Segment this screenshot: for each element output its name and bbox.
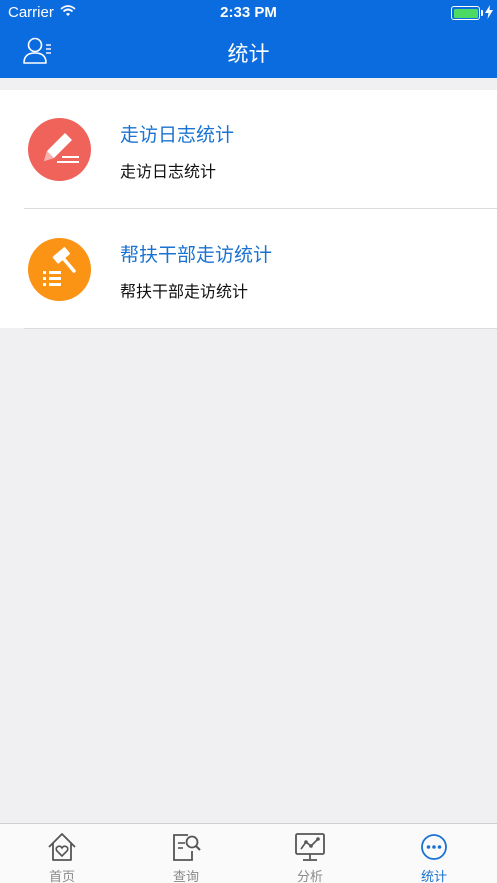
- tab-search[interactable]: 查询: [124, 824, 248, 883]
- cadre-visit-icon-badge: [28, 238, 91, 301]
- pencil-icon: [44, 133, 79, 163]
- list-item-cadre-visit-stats[interactable]: 帮扶干部走访统计 帮扶干部走访统计: [0, 210, 497, 329]
- tab-label: 首页: [48, 870, 75, 883]
- more-dots-icon: [421, 834, 447, 860]
- list-item-visit-log-stats[interactable]: 走访日志统计 走访日志统计: [0, 90, 497, 209]
- gavel-icon: [43, 247, 76, 286]
- visit-log-icon-badge: [28, 118, 91, 181]
- tab-stats[interactable]: 统计: [372, 824, 496, 883]
- tab-label: 分析: [296, 870, 323, 883]
- list-item-subtitle: 走访日志统计: [120, 162, 217, 181]
- clock: 2:33 PM: [220, 4, 277, 21]
- stats-list: 走访日志统计 走访日志统计 帮扶干部走访统计 帮扶干部走访统计: [0, 90, 497, 329]
- home-heart-icon: [48, 833, 76, 861]
- status-bar: Carrier 2:33 PM: [0, 0, 497, 26]
- tab-analysis[interactable]: 分析: [248, 824, 372, 883]
- charging-icon: [485, 5, 493, 19]
- tab-label: 查询: [172, 870, 199, 883]
- top-bar: Carrier 2:33 PM 统计: [0, 0, 497, 78]
- document-search-icon: [173, 834, 201, 861]
- list-item-title: 走访日志统计: [120, 124, 235, 146]
- tab-home[interactable]: 首页: [0, 824, 124, 883]
- page-title: 统计: [227, 42, 270, 66]
- divider: [24, 328, 497, 329]
- divider: [24, 208, 497, 209]
- list-item-title: 帮扶干部走访统计: [120, 244, 273, 266]
- tab-label: 统计: [420, 870, 447, 883]
- list-item-subtitle: 帮扶干部走访统计: [120, 282, 249, 301]
- monitor-chart-icon: [295, 833, 325, 861]
- battery-icon: [451, 6, 480, 20]
- tab-bar: 首页 查询 分析 统计: [0, 823, 497, 883]
- battery-tip: [481, 10, 483, 16]
